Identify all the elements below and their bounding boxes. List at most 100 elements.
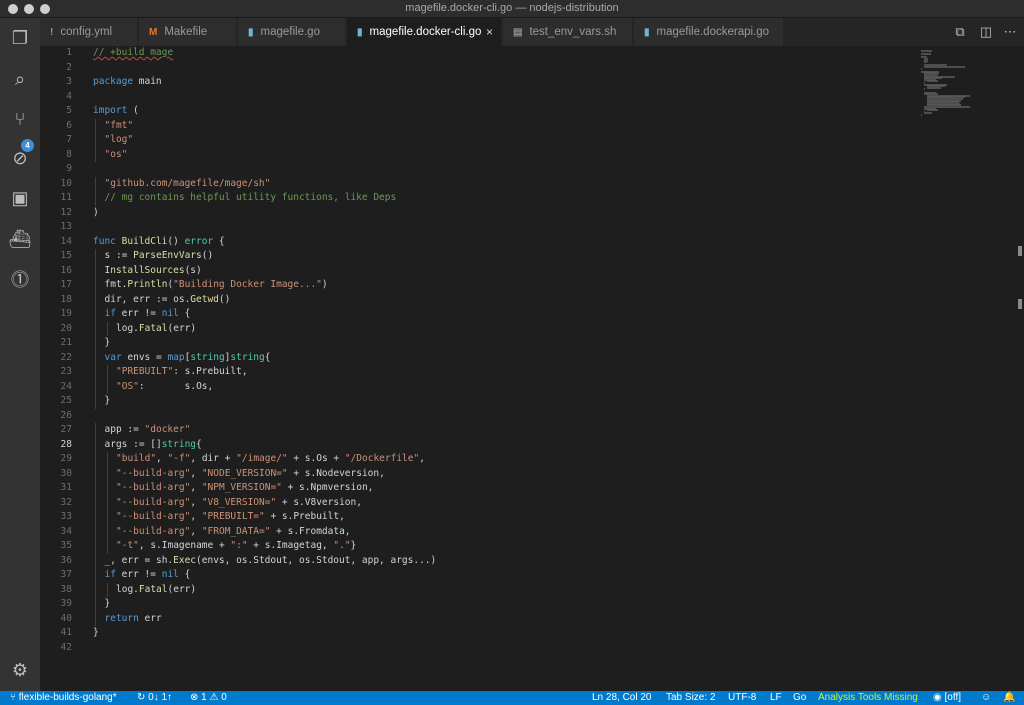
indent-guide [106, 452, 108, 467]
line-number: 37 [60, 569, 72, 580]
code-line[interactable]: if err != nil { [105, 568, 191, 583]
code-line[interactable]: InstallSources(s) [105, 264, 202, 279]
encoding[interactable]: UTF-8 [728, 692, 756, 704]
cursor-position[interactable]: Ln 28, Col 20 [592, 692, 652, 704]
sync-status[interactable]: ↻ 0↓ 1↑ [137, 692, 172, 704]
line-number: 10 [60, 177, 72, 189]
scrollbar-marker[interactable] [1018, 246, 1022, 256]
indent-guide [106, 365, 108, 380]
source-control-icon[interactable]: ⑂ [8, 107, 32, 131]
code-line[interactable]: var envs = map[string]string{ [105, 351, 271, 366]
file-type-icon: ▤ [513, 26, 523, 38]
extensions-icon[interactable]: ▣ [8, 186, 32, 210]
code-line[interactable]: _, err = sh.Exec(envs, os.Stdout, os.Std… [105, 554, 437, 569]
code-line[interactable]: // +build mage [93, 46, 173, 61]
indent-guide [95, 379, 96, 394]
code-line[interactable]: } [105, 394, 111, 409]
code-line[interactable]: "github.com/magefile/mage/sh" [105, 177, 271, 192]
code-line[interactable]: "--build-arg", "NPM_VERSION=" + s.Npmver… [116, 481, 373, 496]
code-line[interactable]: if err != nil { [105, 307, 191, 322]
code-line[interactable]: log.Fatal(err) [116, 322, 196, 337]
minimap-line [921, 114, 922, 116]
code-line[interactable]: func BuildCli() error { [93, 235, 225, 250]
tab-config-yml[interactable]: ! config.yml [40, 18, 138, 46]
indent-guide [106, 379, 108, 394]
code-line[interactable]: log.Fatal(err) [116, 583, 196, 598]
code-line[interactable]: import ( [93, 104, 139, 119]
tab-test-env-vars-sh[interactable]: ▤ test_env_vars.sh [503, 18, 633, 46]
code-line[interactable]: fmt.Println("Building Docker Image...") [105, 278, 328, 293]
indent-guide [95, 481, 96, 496]
line-number: 9 [66, 163, 72, 174]
code-line[interactable]: "log" [105, 133, 134, 148]
indent-guide [106, 495, 108, 510]
code-line[interactable]: "--build-arg", "PREBUILT=" + s.Prebuilt, [116, 510, 345, 525]
minimap-line [927, 86, 941, 89]
gitlens-icon[interactable]: ⓵ [8, 267, 32, 291]
code-line[interactable]: "--build-arg", "NODE_VERSION=" + s.Nodev… [116, 467, 385, 482]
file-type-icon: ▮ [644, 26, 650, 38]
close-tab-icon[interactable]: × [486, 25, 493, 39]
more-actions-icon[interactable]: ⋯ [1002, 24, 1018, 40]
tab-label: test_env_vars.sh [529, 26, 617, 38]
code-line[interactable]: package main [93, 75, 162, 90]
tab-makefile[interactable]: M Makefile [139, 18, 237, 46]
language-mode[interactable]: Go [793, 692, 806, 704]
code-line[interactable]: "os" [105, 148, 128, 163]
minimap[interactable] [917, 46, 1007, 116]
notifications-icon[interactable]: 🔔 [1003, 692, 1015, 704]
code-line[interactable]: } [105, 597, 111, 612]
search-icon[interactable]: ⌕ [8, 67, 32, 91]
split-editor-icon[interactable]: ◫ [978, 24, 994, 40]
code-line[interactable]: } [105, 336, 111, 351]
indent-guide [95, 553, 96, 568]
tab-size[interactable]: Tab Size: 2 [666, 692, 715, 704]
indent-guide [95, 365, 96, 380]
code-line[interactable]: "OS": s.Os, [116, 380, 213, 395]
code-line[interactable]: app := "docker" [105, 423, 191, 438]
minimap-line [927, 109, 939, 112]
live-share-status[interactable]: ◉ [off] [933, 692, 961, 704]
scrollbar-thumb[interactable] [1018, 299, 1022, 309]
file-type-icon: ! [50, 26, 54, 38]
code-line[interactable]: "build", "-f", dir + "/image/" + s.Os + … [116, 452, 425, 467]
tab-magefile-dockerapi-go[interactable]: ▮ magefile.dockerapi.go [634, 18, 784, 46]
code-line[interactable]: args := []string{ [105, 438, 202, 453]
indent-guide [106, 582, 108, 597]
feedback-icon[interactable]: ☺ [981, 692, 991, 704]
branch-status[interactable]: ⑂ flexible-builds-golang* [10, 692, 117, 704]
code-line[interactable]: "--build-arg", "FROM_DATA=" + s.Fromdata… [116, 525, 351, 540]
analysis-tools-warning[interactable]: Analysis Tools Missing [818, 692, 918, 704]
indent-guide [95, 466, 96, 481]
activity-bar: ❐ ⌕ ⑂ ⊘ ▣ ⛴ ⓵ 4 ⚙ [0, 18, 40, 691]
code-editor[interactable]: 1 2 3 4 5 6 7 8 9 10 11 12 13 14 15 16 17 18 19 20 21 22 23 24 2… [40, 46, 1024, 691]
indent-guide [95, 524, 96, 539]
code-line[interactable]: s := ParseEnvVars() [105, 249, 214, 264]
docker-icon[interactable]: ⛴ [8, 227, 32, 251]
end-of-line[interactable]: LF [770, 692, 782, 704]
indent-guide [95, 263, 96, 278]
code-line[interactable]: "-t", s.Imagename + ":" + s.Imagetag, ".… [116, 539, 356, 554]
problems-status[interactable]: ⊗ 1 ⚠ 0 [190, 692, 227, 704]
tab-label: Makefile [164, 26, 208, 38]
minimap-line [924, 88, 925, 91]
settings-icon[interactable]: ⚙ [8, 658, 32, 682]
code-line[interactable]: dir, err := os.Getwd() [105, 293, 231, 308]
indent-guide [95, 437, 96, 452]
line-number: 11 [60, 192, 72, 203]
line-number: 41 [60, 627, 72, 638]
tab-magefile-docker-cli-go[interactable]: ▮ magefile.docker-cli.go × [347, 18, 502, 46]
minimap-line [921, 53, 931, 56]
code-line[interactable]: "PREBUILT": s.Prebuilt, [116, 365, 248, 380]
tab-magefile-go[interactable]: ▮ magefile.go [238, 18, 346, 46]
code-line[interactable]: "--build-arg", "V8_VERSION=" + s.V8versi… [116, 496, 362, 511]
code-line[interactable]: } [93, 626, 99, 641]
indent-guide [95, 510, 96, 525]
code-line[interactable]: // mg contains helpful utility functions… [105, 191, 397, 206]
code-line[interactable]: ) [93, 206, 99, 221]
explorer-icon[interactable]: ❐ [8, 26, 32, 50]
code-line[interactable]: "fmt" [105, 119, 134, 134]
code-line[interactable]: return err [105, 612, 162, 627]
line-number: 28 [60, 438, 72, 450]
open-changes-icon[interactable]: ⧉ [952, 24, 968, 40]
